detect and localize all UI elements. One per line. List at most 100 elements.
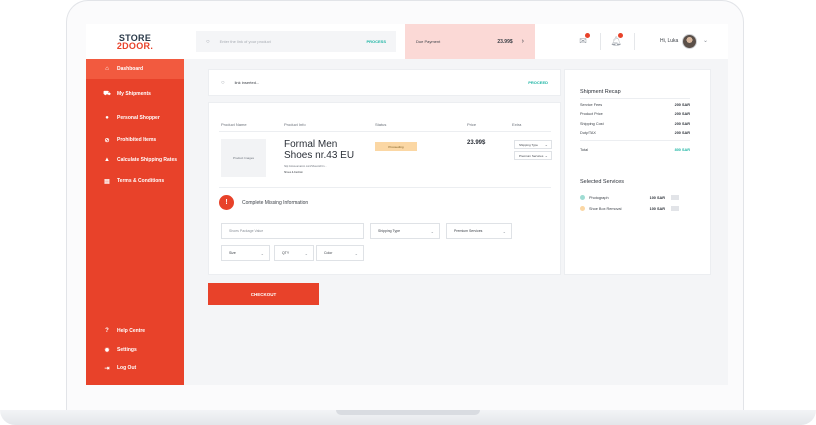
sidebar-item-personal-shopper[interactable]: ● Personal Shopper bbox=[86, 108, 184, 128]
divider bbox=[600, 33, 601, 50]
sidebar-item-label: Prohibited Items bbox=[117, 137, 157, 143]
sidebar-item-label: Dashboard bbox=[117, 66, 144, 72]
alert-icon: ! bbox=[219, 195, 234, 210]
select-label: Shipping Type bbox=[519, 142, 538, 147]
store2door-logo: STORE 2DOOR. bbox=[116, 32, 154, 51]
dropdown-label: Shipping Type bbox=[378, 229, 401, 233]
shipment-recap-card: Shipment Recap Service Fees 200 SAR Produ… bbox=[564, 69, 711, 275]
avatar[interactable] bbox=[682, 34, 697, 49]
status-badge: Proceeding bbox=[375, 142, 417, 151]
column-header: Extra bbox=[512, 122, 522, 127]
sidebar-item-label: Personal Shopper bbox=[117, 115, 160, 121]
sidebar-item-label: Help Centre bbox=[117, 328, 146, 334]
due-payment-label: Due Payment bbox=[416, 39, 441, 44]
service-price: 100 SAR bbox=[649, 195, 665, 200]
search-icon: ○ bbox=[221, 79, 225, 86]
due-payment-box[interactable]: Due Payment 23.99$ › bbox=[405, 24, 535, 59]
app-screen: STORE 2DOOR. ⌂ Dashboard ⛟ My Shipments … bbox=[86, 24, 728, 385]
shipping-type-select[interactable]: Shipping Type ⌄ bbox=[514, 140, 552, 149]
remove-service-button[interactable] bbox=[671, 195, 679, 200]
bell-icon[interactable]: 🔔︎ bbox=[609, 33, 623, 47]
missing-info-title: Complete Missing Information bbox=[242, 199, 309, 206]
laptop-base bbox=[0, 410, 816, 425]
help-icon: ? bbox=[105, 328, 109, 334]
checkout-button[interactable]: CHECKOUT bbox=[208, 283, 319, 305]
sidebar-item-prohibited-items[interactable]: ⊘ Prohibited Items bbox=[86, 130, 184, 150]
user-icon: ● bbox=[105, 115, 109, 121]
sidebar-item-label: Settings bbox=[117, 347, 137, 353]
recap-row: Service Fees 200 SAR bbox=[580, 103, 690, 107]
sidebar-item-my-shipments[interactable]: ⛟ My Shipments bbox=[86, 84, 184, 104]
top-bar: ○ Enter the link of your product PROCESS… bbox=[184, 24, 728, 59]
qty-dropdown[interactable]: QTY ⌄ bbox=[274, 245, 314, 261]
product-price: 23.99$ bbox=[467, 140, 486, 146]
sidebar-item-log-out[interactable]: ⇥ Log Out bbox=[86, 358, 184, 378]
missing-info-header: ! Complete Missing Information bbox=[219, 195, 308, 210]
mail-icon[interactable]: ✉ bbox=[576, 33, 590, 47]
link-input[interactable]: link inserted... bbox=[235, 80, 529, 85]
select-label: Premium Services bbox=[519, 153, 544, 158]
service-dot bbox=[580, 195, 585, 200]
product-name: Formal Men Shoes nr.43 EU bbox=[284, 139, 355, 161]
divider bbox=[219, 187, 551, 188]
divider bbox=[580, 98, 690, 99]
recap-row: Duty/TAX 200 SAR bbox=[580, 131, 690, 135]
product-url[interactable]: http://www.amazon.com/Shoes/id=m... bbox=[284, 165, 327, 168]
notification-badge bbox=[618, 33, 623, 38]
logout-icon: ⇥ bbox=[104, 365, 110, 372]
size-dropdown[interactable]: Size ⌄ bbox=[221, 245, 270, 261]
column-header: Price bbox=[467, 122, 477, 127]
column-header: Product Name bbox=[221, 122, 247, 127]
dropdown-label: Color bbox=[324, 251, 333, 255]
sidebar-item-settings[interactable]: ✹ Settings bbox=[86, 340, 184, 360]
service-price: 100 SAR bbox=[649, 206, 665, 211]
sidebar-item-terms-conditions[interactable]: ▤ Terms & Conditions bbox=[86, 171, 184, 191]
recap-total: Total 800 SAR bbox=[580, 148, 690, 152]
selected-services-title: Selected Services bbox=[580, 179, 625, 185]
shipping-type-dropdown[interactable]: Shipping Type ⌄ bbox=[370, 223, 440, 239]
chevron-right-icon: › bbox=[521, 38, 524, 45]
sidebar-item-calculate-shipping-rates[interactable]: ▲ Calculate Shipping Rates bbox=[86, 150, 184, 170]
notification-badge bbox=[585, 33, 590, 38]
column-header: Status bbox=[375, 122, 387, 127]
remove-service-button[interactable] bbox=[671, 206, 679, 211]
chevron-down-icon: ⌄ bbox=[354, 250, 358, 256]
premium-services-dropdown[interactable]: Premium Services ⌄ bbox=[446, 223, 512, 239]
chevron-down-icon: ⌄ bbox=[430, 228, 434, 234]
sidebar-item-help-centre[interactable]: ? Help Centre bbox=[86, 321, 184, 341]
chevron-down-icon: ⌄ bbox=[502, 228, 506, 234]
service-dot bbox=[580, 206, 585, 211]
sidebar-item-dashboard[interactable]: ⌂ Dashboard bbox=[86, 59, 184, 79]
service-label: Shoe Box Removal bbox=[589, 206, 622, 211]
search-input[interactable]: Enter the link of your product bbox=[220, 39, 367, 44]
ban-icon: ⊘ bbox=[104, 137, 110, 144]
package-value-input[interactable]: Shoes Package Value bbox=[221, 223, 364, 239]
link-search-bar: ○ link inserted... PROCEED bbox=[208, 69, 561, 96]
recap-row: Product Price 200 SAR bbox=[580, 112, 690, 116]
premium-services-select[interactable]: Premium Services ⌄ bbox=[514, 151, 552, 160]
color-dropdown[interactable]: Color ⌄ bbox=[316, 245, 364, 261]
document-icon: ▤ bbox=[104, 178, 110, 185]
product-image-placeholder: Product Images bbox=[221, 139, 266, 177]
chevron-down-icon[interactable]: ⌄ bbox=[703, 37, 708, 44]
recap-row: Shipping Cost 200 SAR bbox=[580, 122, 690, 126]
sidebar-item-label: Terms & Conditions bbox=[117, 178, 165, 184]
gear-icon: ✹ bbox=[104, 347, 110, 354]
process-button[interactable]: PROCESS bbox=[366, 39, 386, 44]
divider bbox=[634, 33, 635, 50]
sidebar-item-label: My Shipments bbox=[117, 91, 151, 97]
chevron-down-icon: ⌄ bbox=[304, 250, 308, 256]
recap-title: Shipment Recap bbox=[580, 89, 621, 95]
truck-icon: ⛟ bbox=[103, 91, 111, 97]
calculator-icon: ▲ bbox=[104, 157, 110, 163]
top-product-search[interactable]: ○ Enter the link of your product PROCESS bbox=[196, 31, 396, 52]
service-label: Photograph bbox=[589, 195, 609, 200]
logo-area[interactable]: STORE 2DOOR. bbox=[86, 24, 184, 59]
column-header: Product Info bbox=[284, 122, 306, 127]
proceed-button[interactable]: PROCEED bbox=[528, 80, 548, 85]
home-icon: ⌂ bbox=[105, 66, 109, 72]
product-category: Shoes & Fashion bbox=[284, 171, 304, 174]
divider bbox=[580, 140, 690, 141]
chevron-down-icon: ⌄ bbox=[544, 142, 548, 147]
service-item: Shoe Box Removal 100 SAR bbox=[580, 205, 695, 212]
